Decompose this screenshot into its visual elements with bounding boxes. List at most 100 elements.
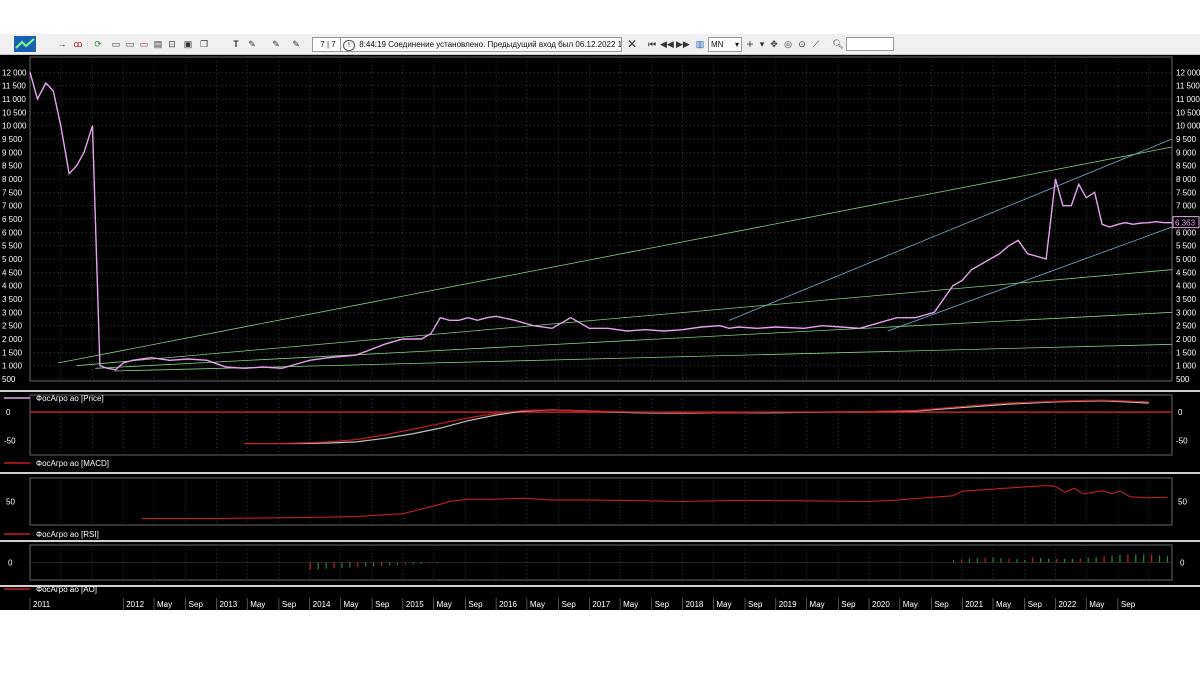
- y-tick-label-right: 9 500: [1176, 135, 1197, 144]
- y-tick-label-left: 11 000: [2, 95, 26, 104]
- zoom-window-icon[interactable]: ⊡: [166, 37, 178, 51]
- x-tick-label: 2013: [219, 600, 237, 609]
- ao-bar: [1063, 558, 1066, 563]
- legend-label-ao: ФосАгро ао [AO]: [36, 585, 97, 594]
- pencil-icon[interactable]: ⟋: [810, 37, 822, 51]
- close-icon[interactable]: ✕: [626, 37, 638, 51]
- ao-bar: [1166, 556, 1169, 563]
- y-tick-label-left: 0: [6, 408, 11, 417]
- ao-bar: [341, 562, 343, 568]
- y-tick-label-right: 5 500: [1176, 242, 1197, 251]
- y-tick-label-right: 1 500: [1176, 348, 1197, 357]
- y-tick-label-right: 10 500: [1176, 108, 1200, 117]
- circle-icon[interactable]: ⊙: [796, 37, 808, 51]
- x-tick-label: May: [810, 600, 825, 609]
- x-tick-label: May: [343, 600, 358, 609]
- y-tick-label-left: 10 000: [2, 122, 27, 131]
- y-tick-label-left: 4 000: [2, 282, 23, 291]
- trend-line: [887, 226, 1173, 332]
- y-tick-label-right: 8 000: [1176, 175, 1197, 184]
- window-icon[interactable]: ▤: [152, 37, 164, 51]
- ao-bar: [1055, 558, 1058, 563]
- arrow-right-icon[interactable]: →: [56, 37, 68, 51]
- y-tick-label-left: 11 500: [2, 82, 26, 91]
- ao-bar: [325, 562, 327, 569]
- copy-icon[interactable]: ❐: [198, 37, 210, 51]
- chevron-down-icon[interactable]: ▾: [756, 37, 768, 51]
- y-tick-label-left: 2 500: [2, 322, 23, 331]
- search-icon[interactable]: 🔍︎: [832, 37, 844, 51]
- window-icon[interactable]: ▣: [182, 37, 194, 51]
- target-icon[interactable]: ◎: [782, 37, 794, 51]
- ao-bar: [1040, 557, 1042, 563]
- forward-icon[interactable]: ▶▶: [676, 37, 690, 51]
- y-tick-label-right: 7 500: [1176, 188, 1197, 197]
- rsi-series-line: [141, 484, 1168, 519]
- x-tick-label: May: [157, 600, 172, 609]
- refresh-icon[interactable]: ⟳: [92, 37, 104, 51]
- clone-icon[interactable]: ✎: [290, 37, 302, 51]
- ao-bar: [388, 562, 391, 566]
- x-tick-label: May: [623, 600, 638, 609]
- chart-area[interactable]: 500 500 1 000 1 000 1 500 1 500 2 000 2 000 2 50…: [0, 55, 1200, 610]
- ao-bar: [380, 562, 383, 566]
- clone-icon[interactable]: ✎: [246, 37, 258, 51]
- x-tick-label: May: [530, 600, 545, 609]
- toolbar: → ꝏ ⟳ ▭ ▭ ▭ ▤ ⊡ ▣ ❐ T ✎ ✎ ✎ 7 | 7 ! 8:44…: [0, 34, 1200, 55]
- back-icon[interactable]: ◀◀: [660, 37, 674, 51]
- window-icon[interactable]: ▭: [110, 37, 122, 51]
- ao-bar: [968, 558, 970, 563]
- window-icon[interactable]: ▭: [138, 37, 150, 51]
- ao-bar: [404, 562, 406, 565]
- y-tick-label-left: 6 000: [2, 228, 23, 237]
- chart-canvas[interactable]: 5005001 0001 0001 5001 5002 0002 0002 50…: [0, 55, 1200, 610]
- ao-bar: [420, 562, 422, 564]
- y-tick-label-right: 2 500: [1176, 322, 1197, 331]
- x-tick-label: 2016: [499, 600, 517, 609]
- ao-bar: [984, 557, 986, 563]
- window-icon[interactable]: ▭: [124, 37, 136, 51]
- ao-bar: [309, 562, 311, 570]
- x-tick-label: Sep: [934, 600, 949, 609]
- ao-bar: [1071, 558, 1073, 563]
- x-tick-label: Sep: [748, 600, 763, 609]
- ao-bar: [1135, 554, 1137, 563]
- ao-bar: [1151, 554, 1153, 563]
- x-tick-label: May: [437, 600, 452, 609]
- y-tick-label-left: 2 000: [2, 335, 23, 344]
- y-tick-label-right: 8 500: [1176, 162, 1197, 171]
- y-tick-label-right: 4 500: [1176, 268, 1197, 277]
- signal-series-line: [244, 399, 1149, 445]
- crosshair-icon[interactable]: +: [744, 37, 756, 51]
- y-tick-label-right: 3 000: [1176, 308, 1197, 317]
- y-tick-label-left: 6 500: [2, 215, 23, 224]
- y-tick-label-right: 500: [1176, 375, 1190, 384]
- status-message: Соединение установлено. Предыдущий вход …: [388, 40, 622, 49]
- y-tick-label-left: 1 000: [2, 362, 23, 371]
- status-time: 8:44:19: [359, 40, 386, 49]
- app-logo-icon[interactable]: [14, 36, 36, 52]
- timeframe-value: MN: [711, 40, 724, 49]
- ao-bar: [349, 562, 351, 568]
- first-icon[interactable]: ⏮: [646, 37, 658, 51]
- bars-icon[interactable]: ▥: [694, 37, 706, 51]
- ao-bar: [952, 560, 955, 563]
- x-tick-label: 2017: [592, 600, 610, 609]
- connect-icon[interactable]: ꝏ: [72, 37, 84, 51]
- y-tick-label-right: 4 000: [1176, 282, 1197, 291]
- clone-icon[interactable]: ✎: [270, 37, 282, 51]
- search-input[interactable]: [846, 37, 894, 51]
- trend-line: [76, 269, 1173, 367]
- y-tick-label-left: 50: [6, 498, 15, 507]
- ao-bar: [1158, 555, 1161, 563]
- x-tick-label: Sep: [1028, 600, 1043, 609]
- ao-bar: [992, 557, 994, 563]
- move-icon[interactable]: ✥: [768, 37, 780, 51]
- text-tool-icon[interactable]: T: [230, 37, 242, 51]
- status-bar[interactable]: ! 8:44:19 Соединение установлено. Предыд…: [340, 37, 622, 52]
- trend-line: [729, 138, 1173, 321]
- y-tick-label-left: 5 500: [2, 242, 23, 251]
- legend-label-price: ФосАгро ао [Price]: [36, 394, 104, 403]
- x-tick-label: May: [1089, 600, 1104, 609]
- timeframe-select[interactable]: MN ▾: [708, 37, 742, 52]
